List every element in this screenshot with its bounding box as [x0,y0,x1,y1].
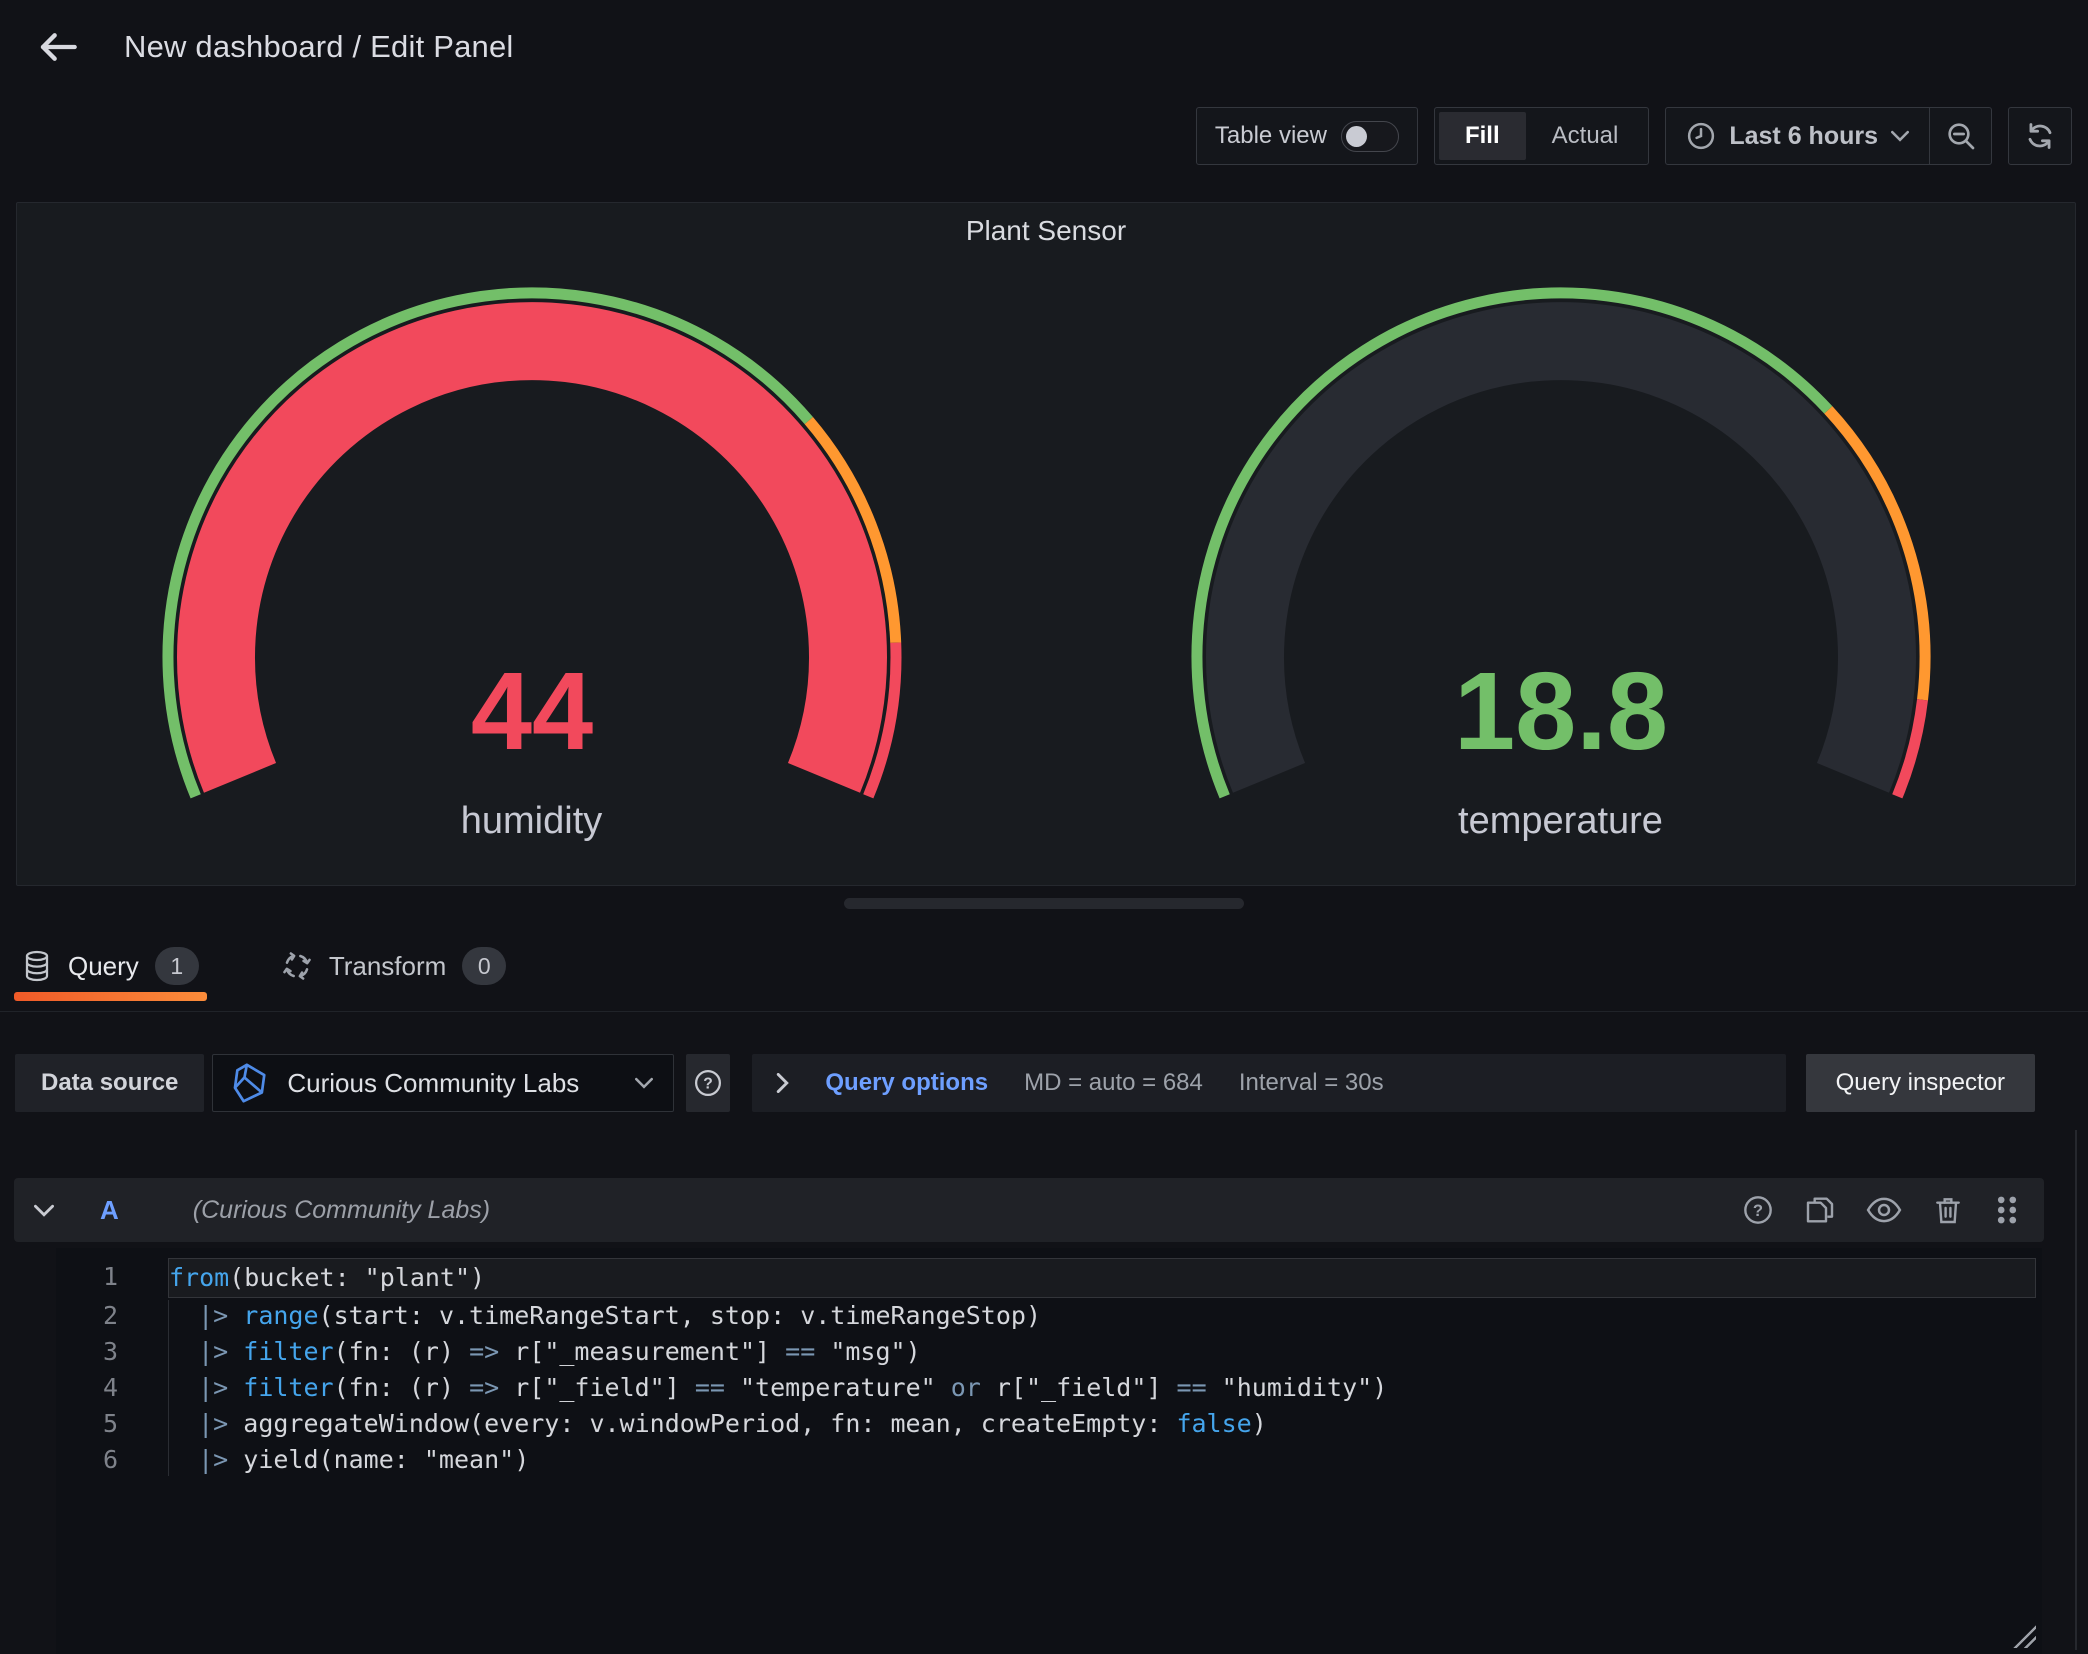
code-content[interactable]: |> aggregateWindow(every: v.windowPeriod… [168,1406,2042,1442]
query-actions: ? [1742,1194,2020,1226]
drag-dots-icon [1994,1194,2020,1226]
chevron-right-icon[interactable] [776,1073,789,1093]
datasource-name: Curious Community Labs [287,1068,617,1099]
line-number: 2 [56,1298,168,1334]
query-help-button[interactable]: ? [1742,1194,1774,1226]
line-number: 1 [56,1258,168,1298]
refresh-button[interactable] [2008,107,2072,165]
query-ref-id: A [100,1195,119,1226]
query-options-link[interactable]: Query options [825,1069,988,1097]
interval-text: Interval = 30s [1239,1069,1384,1097]
top-bar: New dashboard / Edit Panel [0,0,2088,72]
toolbar: Table view Fill Actual Last 6 hours [0,106,2088,166]
tab-query-count-badge: 1 [155,947,199,985]
code-line[interactable]: 1 from(bucket: "plant") [56,1258,2042,1298]
code-line[interactable]: 4 |> filter(fn: (r) => r["_field"] == "t… [56,1370,2042,1406]
indent-guide [168,1300,169,1476]
collapse-chevron-icon[interactable] [34,1204,54,1217]
eye-icon [1866,1194,1902,1226]
back-button[interactable] [36,25,80,69]
query-row-header[interactable]: A (Curious Community Labs) ? [14,1178,2044,1242]
table-view-group: Table view [1196,107,1418,165]
copy-icon [1804,1194,1836,1226]
tab-transform[interactable]: Transform 0 [273,935,515,991]
line-number: 3 [56,1334,168,1370]
duplicate-query-button[interactable] [1804,1194,1836,1226]
code-content[interactable]: |> yield(name: "mean") [168,1442,2042,1478]
panel-title: Plant Sensor [17,203,2075,253]
scroll-track[interactable] [2075,1130,2077,1650]
datasource-select[interactable]: Curious Community Labs [212,1054,674,1112]
gauge-label: temperature [1458,799,1663,843]
tab-query[interactable]: Query 1 [14,935,207,991]
chevron-down-icon [635,1077,653,1089]
zoom-out-icon [1945,120,1977,152]
time-range-group: Last 6 hours [1665,107,1992,165]
code-content[interactable]: |> range(start: v.timeRangeStart, stop: … [168,1298,2042,1334]
switch-knob [1346,126,1367,147]
gauge-humidity-svg: 44 [152,257,912,817]
active-tab-underline [14,992,207,1001]
drag-handle[interactable] [1994,1194,2020,1226]
refresh-icon [2024,120,2056,152]
time-range-label: Last 6 hours [1729,122,1878,151]
tabs-divider [0,1011,2088,1012]
database-icon [22,949,52,983]
trash-icon [1932,1194,1964,1226]
datasource-row: Data source Curious Community Labs ? Que… [0,1054,2088,1112]
max-data-points-text: MD = auto = 684 [1024,1069,1203,1097]
delete-query-button[interactable] [1932,1194,1964,1226]
svg-text:?: ? [704,1076,714,1093]
gauge-value: 44 [470,650,592,773]
code-line[interactable]: 2 |> range(start: v.timeRangeStart, stop… [56,1298,2042,1334]
code-content[interactable]: from(bucket: "plant") [168,1258,2036,1298]
gauge-value: 18.8 [1453,650,1667,773]
arrow-left-icon [38,30,78,64]
code-line[interactable]: 5 |> aggregateWindow(every: v.windowPeri… [56,1406,2042,1442]
time-range-picker[interactable]: Last 6 hours [1666,108,1929,164]
datasource-help-button[interactable]: ? [686,1054,730,1112]
help-circle-icon: ? [1742,1194,1774,1226]
line-number: 5 [56,1406,168,1442]
tab-transform-label: Transform [329,951,447,982]
datasource-label: Data source [15,1054,204,1112]
code-content[interactable]: |> filter(fn: (r) => r["_measurement"] =… [168,1334,2042,1370]
tab-query-label: Query [68,951,139,982]
line-number: 4 [56,1370,168,1406]
gauge-humidity: 44 humidity [17,257,1046,843]
svg-text:?: ? [1753,1201,1763,1220]
code-line[interactable]: 6 |> yield(name: "mean") [56,1442,2042,1478]
panel-plant-sensor: Plant Sensor 44 humidity 18.8 temperatur… [16,202,2076,886]
gauges-row: 44 humidity 18.8 temperature [17,257,2075,843]
flux-query-editor[interactable]: 1 from(bucket: "plant") 2 |> range(start… [56,1248,2042,1654]
toggle-visibility-button[interactable] [1866,1194,1902,1226]
query-inspector-button[interactable]: Query inspector [1806,1054,2035,1112]
clock-icon [1686,121,1716,151]
tab-bar: Query 1 Transform 0 [0,935,2088,1003]
chevron-down-icon [1891,130,1909,142]
help-circle-icon: ? [693,1068,723,1098]
datasource-logo-icon [231,1062,269,1104]
gauge-temperature: 18.8 temperature [1046,257,2075,843]
tab-transform-count-badge: 0 [462,947,506,985]
gauge-temperature-svg: 18.8 [1181,257,1941,817]
code-content[interactable]: |> filter(fn: (r) => r["_field"] == "tem… [168,1370,2042,1406]
table-view-switch[interactable] [1341,121,1399,152]
fill-actual-group: Fill Actual [1434,107,1649,165]
code-line[interactable]: 3 |> filter(fn: (r) => r["_measurement"]… [56,1334,2042,1370]
query-options-bar: Query options MD = auto = 684 Interval =… [752,1054,1785,1112]
actual-button[interactable]: Actual [1526,112,1645,160]
editor-resize-grip[interactable] [2010,1622,2036,1648]
fill-button[interactable]: Fill [1439,112,1526,160]
transform-icon [281,950,313,982]
zoom-out-time-button[interactable] [1929,108,1991,164]
page-title: New dashboard / Edit Panel [124,29,514,65]
gauge-label: humidity [461,799,603,843]
table-view-label: Table view [1215,122,1327,150]
line-number: 6 [56,1442,168,1478]
panel-resize-handle[interactable] [844,898,1244,909]
query-datasource-note: (Curious Community Labs) [193,1196,490,1225]
